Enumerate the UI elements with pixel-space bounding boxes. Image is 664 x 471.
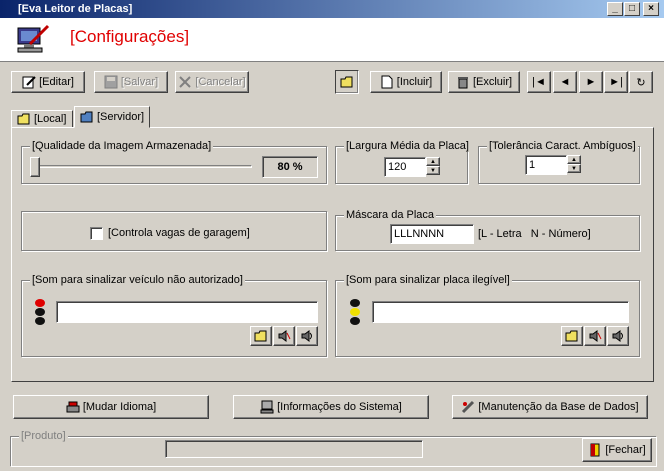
window-title-bar: [Eva Leitor de Placas]	[0, 0, 664, 18]
sound-illegible-label: [Som para sinalizar placa ilegível]	[344, 274, 512, 286]
plate-width-group: [Largura Média da Placa] 120 ▲ ▼	[335, 140, 471, 184]
tab-servidor[interactable]: [Servidor]	[74, 106, 150, 128]
sound-unauthorized-label: [Som para sinalizar veículo não autoriza…	[30, 274, 245, 286]
tolerance-group: [Tolerância Caract. Ambíguos] 1 ▲ ▼	[478, 140, 640, 184]
window-title: [Eva Leitor de Placas]	[18, 3, 133, 15]
change-language-label: [Mudar Idioma]	[82, 401, 157, 413]
sound-illegible-group: [Som para sinalizar placa ilegível]	[335, 274, 640, 357]
quality-slider-track[interactable]	[30, 165, 252, 168]
close-label: [Fechar]	[605, 444, 646, 456]
new-document-icon	[380, 75, 394, 89]
first-record-button[interactable]: |◄	[527, 71, 551, 93]
garage-checkbox[interactable]	[90, 227, 103, 240]
save-label: [Salvar]	[120, 76, 159, 88]
speaker-play-icon	[300, 329, 314, 343]
spin-down-icon[interactable]: ▼	[567, 164, 581, 173]
play-sound-button[interactable]	[607, 326, 629, 346]
last-record-button[interactable]: ►|	[604, 71, 628, 93]
cancel-label: [Cancelar]	[195, 76, 246, 88]
system-info-button[interactable]: [Informações do Sistema]	[233, 395, 429, 419]
system-info-label: [Informações do Sistema]	[277, 401, 402, 413]
cancel-button[interactable]: [Cancelar]	[175, 71, 249, 93]
product-progress-bar	[165, 440, 423, 458]
folder-icon	[80, 110, 94, 124]
tab-local[interactable]: [Local]	[11, 110, 73, 128]
product-group: [Produto]	[10, 430, 656, 466]
spin-up-icon[interactable]: ▲	[567, 155, 581, 164]
refresh-button[interactable]: ↻	[629, 71, 653, 93]
speaker-play-icon	[611, 329, 625, 343]
sound-illegible-input[interactable]	[372, 301, 629, 323]
add-button[interactable]: [Incluir]	[370, 71, 442, 93]
open-sound-file-button[interactable]	[561, 326, 583, 346]
previous-record-button[interactable]: ◄	[553, 71, 577, 93]
maximize-button[interactable]: □	[624, 2, 640, 16]
traffic-light-red-icon	[31, 298, 49, 328]
edit-label: [Editar]	[39, 76, 74, 88]
trash-icon	[456, 75, 470, 89]
open-folder-icon	[17, 112, 31, 126]
cancel-icon	[178, 75, 192, 89]
quality-slider-thumb[interactable]	[30, 157, 40, 177]
folder-icon	[254, 329, 268, 343]
tolerance-input[interactable]: 1	[525, 155, 567, 175]
computer-icon	[260, 400, 274, 414]
traffic-light-yellow-icon	[346, 298, 364, 328]
spin-down-icon[interactable]: ▼	[426, 166, 440, 175]
quality-group: [Qualidade da Imagem Armazenada] 80 %	[21, 140, 327, 184]
minimize-button[interactable]: _	[607, 2, 623, 16]
plate-width-label: [Largura Média da Placa]	[344, 140, 471, 152]
database-maintenance-label: [Manutenção da Base de Dados]	[478, 401, 639, 413]
page-title: [Configurações]	[70, 27, 190, 46]
database-maintenance-button[interactable]: [Manutenção da Base de Dados]	[452, 395, 648, 419]
plate-width-spinner[interactable]: ▲ ▼	[426, 157, 440, 177]
close-window-button[interactable]: ×	[643, 2, 659, 16]
plate-mask-hint: [L - Letra N - Número]	[478, 228, 591, 240]
edit-button[interactable]: [Editar]	[11, 71, 85, 93]
folder-icon	[340, 75, 354, 89]
plate-mask-input[interactable]: LLLNNNN	[390, 224, 474, 244]
save-button[interactable]: [Salvar]	[94, 71, 168, 93]
speaker-mute-icon	[277, 329, 291, 343]
open-folder-button[interactable]	[335, 70, 359, 94]
folder-icon	[565, 329, 579, 343]
settings-monitor-icon	[16, 24, 50, 54]
mute-sound-button[interactable]	[273, 326, 295, 346]
tolerance-spinner[interactable]: ▲ ▼	[567, 155, 581, 175]
tab-servidor-label: [Servidor]	[97, 111, 145, 123]
next-record-button[interactable]: ►	[579, 71, 603, 93]
mute-sound-button[interactable]	[584, 326, 606, 346]
speaker-mute-icon	[588, 329, 602, 343]
product-label: [Produto]	[19, 430, 68, 442]
sound-unauthorized-group: [Som para sinalizar veículo não autoriza…	[21, 274, 327, 357]
delete-label: [Excluir]	[472, 76, 513, 88]
add-label: [Incluir]	[396, 76, 433, 88]
garage-group: [Controla vagas de garagem]	[21, 211, 327, 251]
open-sound-file-button[interactable]	[250, 326, 272, 346]
edit-icon	[22, 75, 36, 89]
tolerance-label: [Tolerância Caract. Ambíguos]	[487, 140, 638, 152]
language-icon	[66, 400, 80, 414]
quality-label: [Qualidade da Imagem Armazenada]	[30, 140, 214, 152]
sound-unauthorized-input[interactable]	[56, 301, 318, 323]
change-language-button[interactable]: [Mudar Idioma]	[13, 395, 209, 419]
save-icon	[104, 75, 118, 89]
close-button[interactable]: [Fechar]	[582, 438, 652, 462]
plate-mask-group: Máscara da Placa LLLNNNN [L - Letra N - …	[335, 209, 640, 251]
quality-value: 80 %	[262, 156, 318, 178]
tools-icon	[461, 400, 475, 414]
spin-up-icon[interactable]: ▲	[426, 157, 440, 166]
tab-local-label: [Local]	[34, 113, 67, 125]
plate-width-input[interactable]: 120	[384, 157, 426, 177]
delete-button[interactable]: [Excluir]	[448, 71, 520, 93]
plate-mask-label: Máscara da Placa	[344, 209, 437, 221]
garage-checkbox-label: [Controla vagas de garagem]	[108, 227, 250, 239]
play-sound-button[interactable]	[296, 326, 318, 346]
page-header: [Configurações]	[0, 18, 664, 62]
exit-door-icon	[588, 443, 602, 457]
